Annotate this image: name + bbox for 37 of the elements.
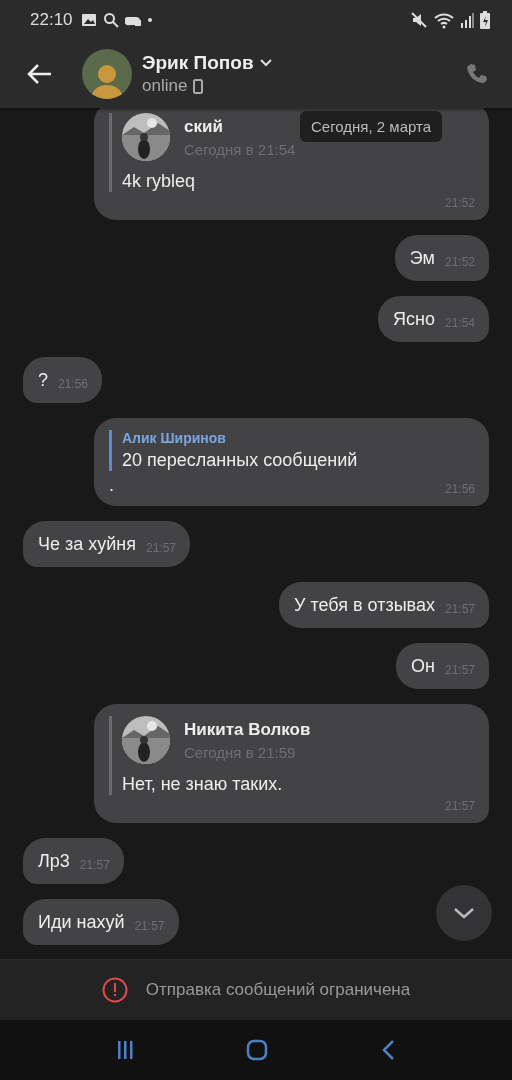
message-text: 4k rybleq	[122, 171, 197, 192]
chevron-down-icon	[259, 59, 272, 67]
author-name: Никита Волков	[184, 719, 311, 740]
mute-icon	[410, 11, 428, 29]
message-text: У тебя в отзывах	[294, 595, 435, 616]
message-text: Нет, не знаю таких.	[122, 774, 284, 795]
restriction-notice: Отправка сообщений ограничена	[145, 980, 411, 1000]
message-text: Лр3	[38, 851, 70, 872]
wifi-icon	[434, 11, 454, 29]
phone-device-icon	[193, 78, 204, 94]
author-name: ский	[184, 116, 224, 137]
recent-apps-icon	[116, 1040, 133, 1060]
back-chevron-icon	[381, 1039, 396, 1061]
date-tooltip: Сегодня, 2 марта	[300, 111, 443, 142]
contact-name[interactable]: Эрик Попов	[142, 52, 254, 74]
home-icon	[246, 1039, 268, 1061]
scroll-down-button[interactable]	[436, 885, 492, 941]
message-text: Эм	[409, 248, 435, 269]
message-text: Ясно	[393, 309, 435, 330]
message-text: Он	[411, 656, 435, 677]
author-name: Алик Ширинов	[122, 430, 227, 446]
back-arrow-icon	[26, 63, 52, 85]
forwarded-count[interactable]: 20 пересланных сообщений	[122, 450, 475, 471]
message-text: .	[109, 475, 114, 496]
image-icon	[80, 12, 97, 28]
search-icon	[102, 12, 119, 28]
chevron-down-icon	[453, 907, 475, 919]
battery-icon	[480, 11, 490, 29]
dot-icon	[146, 17, 153, 23]
warning-icon	[101, 977, 128, 1003]
online-status: online	[142, 76, 188, 96]
clock: 22:10	[30, 10, 73, 30]
phone-icon	[466, 63, 488, 85]
message-text: Че за хуйня	[38, 534, 136, 555]
message-text: Иди нахуй	[38, 912, 125, 933]
message-text: ?	[38, 370, 48, 391]
signal-icon	[460, 12, 474, 28]
